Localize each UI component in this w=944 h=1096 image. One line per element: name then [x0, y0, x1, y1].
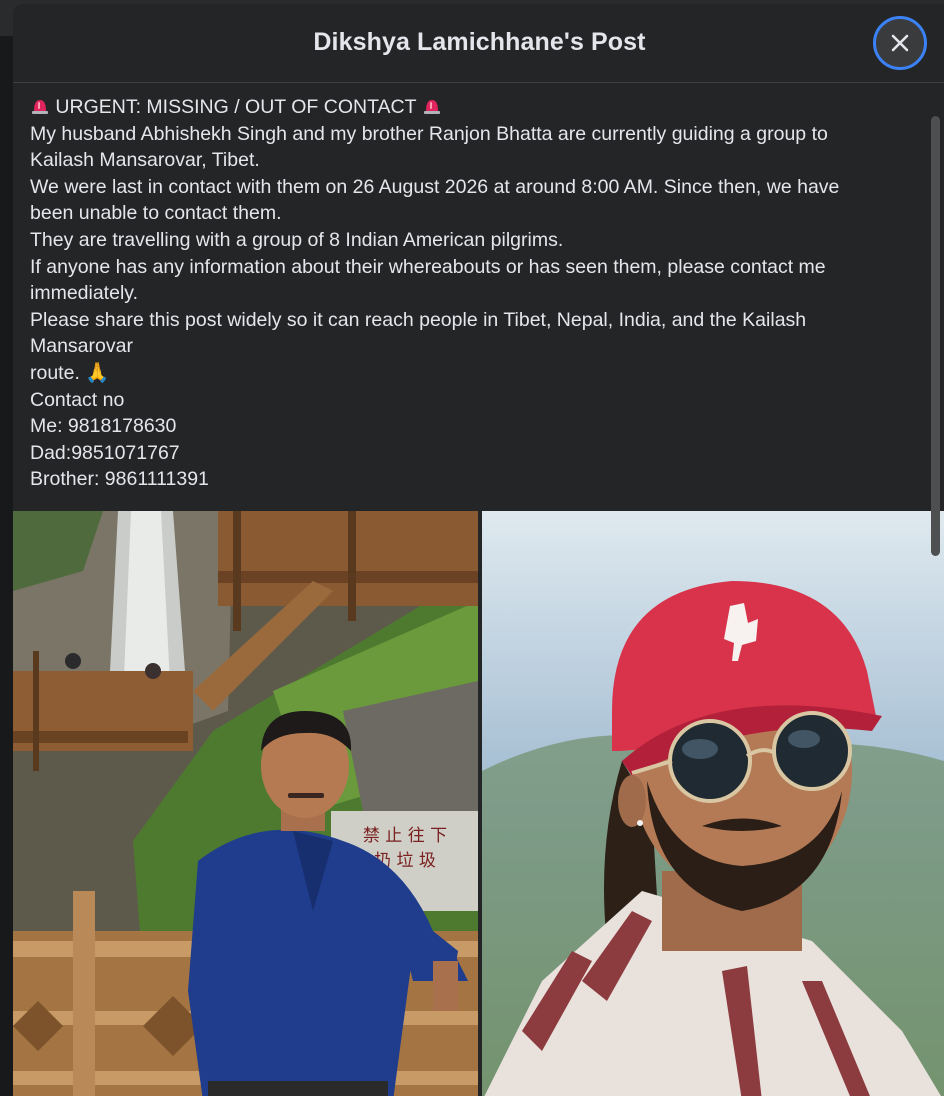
sign-text-line1: 禁 止 往 下: [363, 826, 447, 846]
contact-brother: Brother: 9861111391: [30, 468, 209, 491]
siren-icon: [423, 100, 440, 114]
waterfall-photo-illustration: 禁 止 往 下 扔 垃 圾: [13, 511, 478, 1096]
post-line: They are travelling with a group of 8 In…: [30, 228, 564, 251]
post-line: been unable to contact them.: [30, 202, 282, 225]
modal-title: Dikshya Lamichhane's Post: [313, 28, 646, 56]
post-line: Mansarovar: [30, 335, 133, 358]
post-line: Please share this post widely so it can …: [30, 308, 807, 331]
portrait-photo-illustration: [482, 511, 944, 1096]
photo-man-in-red-cap[interactable]: [482, 511, 944, 1096]
post-line: route. 🙏: [30, 361, 110, 384]
post-line-urgent: URGENT: MISSING / OUT OF CONTACT: [30, 94, 910, 121]
post-line: Kailash Mansarovar, Tibet.: [30, 149, 260, 172]
close-icon: [891, 34, 909, 52]
post-line: We were last in contact with them on 26 …: [30, 175, 840, 198]
post-photos: 禁 止 往 下 扔 垃 圾: [13, 511, 944, 1096]
modal-scrollbar[interactable]: [931, 116, 940, 556]
post-modal: Dikshya Lamichhane's Post URGENT: MISSIN…: [13, 4, 944, 1096]
contact-me: Me: 9818178630: [30, 415, 177, 438]
photo-man-at-waterfall[interactable]: 禁 止 往 下 扔 垃 圾: [13, 511, 478, 1096]
urgent-heading: URGENT: MISSING / OUT OF CONTACT: [55, 96, 417, 118]
post-line: If anyone has any information about thei…: [30, 255, 826, 278]
post-text: URGENT: MISSING / OUT OF CONTACT My husb…: [30, 94, 910, 493]
contact-dad: Dad:9851071767: [30, 441, 180, 464]
modal-header: Dikshya Lamichhane's Post: [13, 4, 944, 83]
close-button[interactable]: [873, 16, 927, 70]
siren-icon: [32, 100, 48, 114]
post-line: immediately.: [30, 282, 139, 305]
contact-heading: Contact no: [30, 388, 125, 411]
post-line: My husband Abhishekh Singh and my brothe…: [30, 122, 828, 145]
